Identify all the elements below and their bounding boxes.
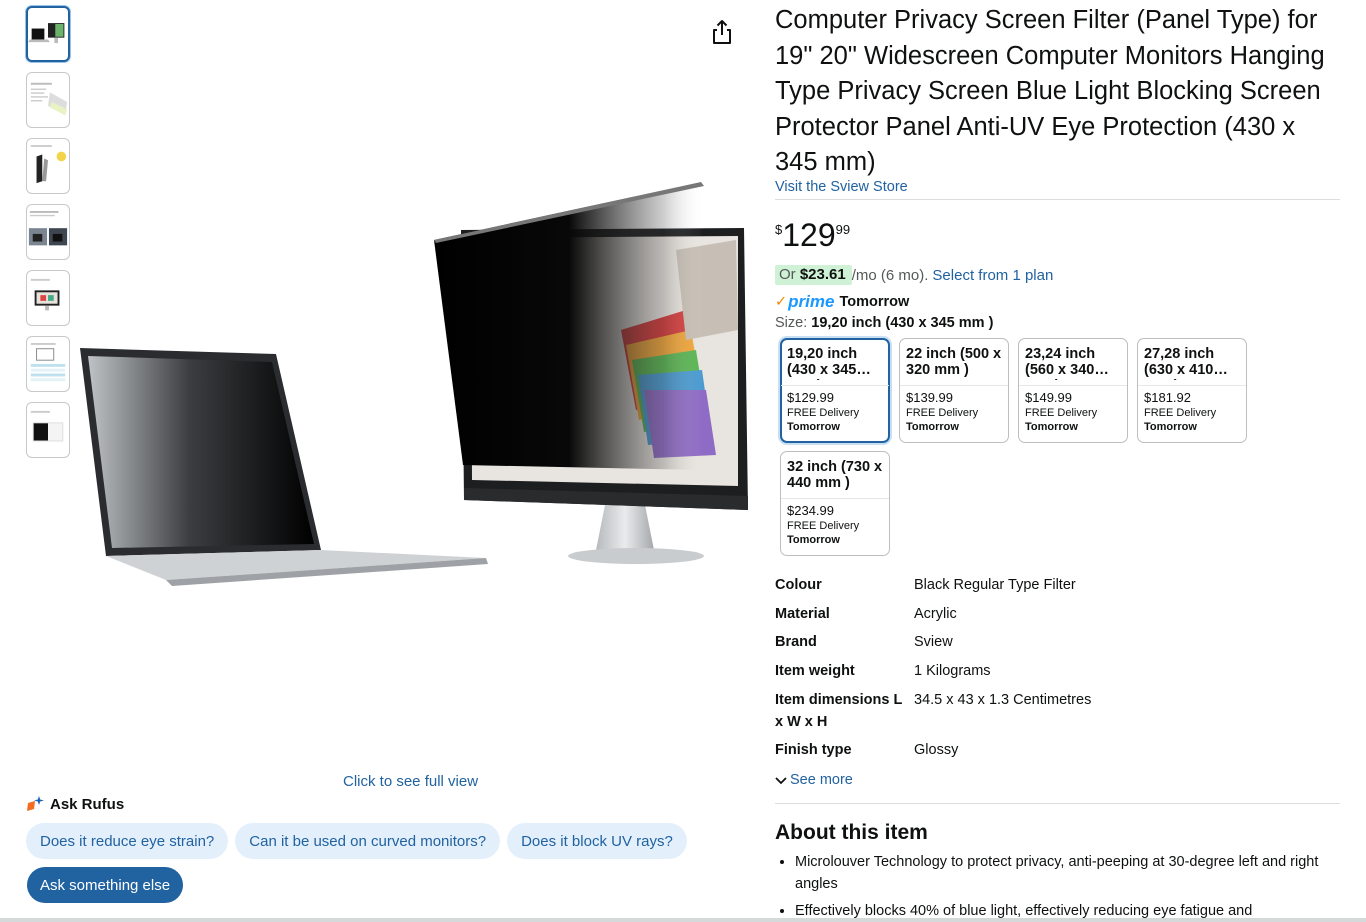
prime-check-icon: ✓ (775, 294, 788, 310)
rufus-suggestion-chip[interactable]: Does it reduce eye strain? (26, 823, 229, 859)
spec-value: Black Regular Type Filter (914, 577, 1076, 593)
spec-value: Glossy (914, 742, 959, 758)
thumbnail-6[interactable] (26, 336, 70, 392)
product-title: Computer Privacy Screen Filter (Panel Ty… (775, 6, 1325, 176)
spec-value: 34.5 x 43 x 1.3 Centimetres (914, 692, 1092, 708)
spec-row: Colour Black Regular Type Filter (775, 574, 1340, 603)
select-plan-link[interactable]: Select from 1 plan (932, 267, 1053, 284)
price-whole: 129 (782, 217, 836, 253)
size-option-when: Tomorrow (906, 421, 959, 433)
size-option-price: $181.92 (1144, 390, 1191, 405)
size-label: Size: 19,20 inch (430 x 345 mm ) (775, 315, 993, 331)
prime-logo: prime (788, 292, 835, 311)
store-link[interactable]: Visit the Sview Store (775, 179, 908, 195)
size-option-price: $139.99 (906, 390, 953, 405)
monthly-term: /mo (6 mo). (851, 266, 929, 284)
size-label-prefix: Size: (775, 315, 812, 331)
monthly-amount: $23.61 (799, 266, 846, 283)
monthly-or: Or (779, 266, 800, 283)
chevron-down-icon (775, 773, 787, 788)
size-option-delivery: FREE Delivery (1025, 407, 1098, 419)
size-option-name: 22 inch (500 x 320 mm ) (906, 346, 1002, 378)
prime-delivery: ✓ prime Tomorrow (775, 292, 909, 312)
thumbnail-7[interactable] (26, 402, 70, 458)
divider (900, 385, 1008, 386)
thumbnail-list (26, 6, 70, 468)
prime-delivery-day: Tomorrow (839, 294, 910, 310)
size-option[interactable]: 22 inch (500 x 320 mm ) $139.99 FREE Del… (899, 338, 1009, 443)
size-option-price: $149.99 (1025, 390, 1072, 405)
spec-row: Material Acrylic (775, 603, 1340, 631)
size-option-name: 23,24 inch (560 x 340 mm ) (1025, 346, 1096, 380)
size-option-name: 27,28 inch (630 x 410 mm ) (1144, 346, 1215, 380)
monthly-highlight: Or $23.61 (775, 265, 852, 285)
spec-row: Finish type Glossy (775, 739, 1340, 767)
spec-key: Item dimensions L x W x H (775, 692, 903, 730)
size-option-delivery: FREE Delivery (1144, 407, 1217, 419)
thumbnail-5[interactable] (26, 270, 70, 326)
rufus-suggestion-chip[interactable]: Can it be used on curved monitors? (235, 823, 501, 859)
divider (1138, 385, 1246, 386)
price-fraction: 99 (835, 222, 851, 237)
rufus-suggestions: Does it reduce eye strain? Can it be use… (26, 823, 687, 859)
thumbnail-2[interactable] (26, 72, 70, 128)
size-option-delivery: FREE Delivery (906, 407, 979, 419)
size-option[interactable]: 23,24 inch (560 x 340 mm ) $149.99 FREE … (1018, 338, 1128, 443)
size-option-price: $234.99 (787, 503, 834, 518)
size-option[interactable]: 32 inch (730 x 440 mm ) $234.99 FREE Del… (780, 451, 890, 556)
divider (781, 498, 889, 499)
size-option-when: Tomorrow (787, 421, 840, 433)
size-option-delivery: FREE Delivery (787, 407, 860, 419)
divider (775, 199, 1340, 200)
spec-value: Sview (914, 634, 953, 650)
spec-key: Colour (775, 577, 822, 593)
thumbnail-3[interactable] (26, 138, 70, 194)
see-more-link[interactable]: See more (775, 772, 853, 788)
about-bullet: Microlouver Technology to protect privac… (795, 851, 1340, 895)
spec-value: 1 Kilograms (914, 663, 991, 679)
spec-key: Brand (775, 634, 817, 650)
bottom-border (0, 918, 1366, 922)
full-view-link[interactable]: Click to see full view (343, 773, 478, 790)
about-heading: About this item (775, 821, 928, 844)
spec-key: Finish type (775, 742, 852, 758)
monthly-payment: Or $23.61 /mo (6 mo). Select from 1 plan (775, 265, 1053, 285)
share-icon[interactable] (708, 18, 736, 46)
divider (781, 385, 889, 386)
spec-key: Item weight (775, 663, 855, 679)
size-option-delivery: FREE Delivery (787, 520, 860, 532)
rufus-sparkle-icon (26, 795, 46, 813)
spec-row: Brand Sview (775, 631, 1340, 660)
thumbnail-1[interactable] (26, 6, 70, 62)
size-option-selected[interactable]: 19,20 inch (430 x 345 mm ) $129.99 FREE … (780, 338, 890, 443)
spec-value: Acrylic (914, 606, 957, 622)
size-selected-value: 19,20 inch (430 x 345 mm ) (811, 315, 994, 331)
spec-row: Item weight 1 Kilograms (775, 660, 1340, 689)
size-option-when: Tomorrow (1025, 421, 1078, 433)
size-option-name: 19,20 inch (430 x 345 mm ) (787, 346, 858, 380)
rufus-title: Ask Rufus (50, 795, 125, 813)
size-option-when: Tomorrow (787, 534, 840, 546)
about-bullets: Microlouver Technology to protect privac… (795, 851, 1340, 922)
price-symbol: $ (775, 222, 783, 237)
price: $ 129 99 (775, 217, 850, 253)
spec-row: Item dimensions L x W x H 34.5 x 43 x 1.… (775, 689, 1340, 739)
divider (775, 803, 1340, 804)
spec-key: Material (775, 606, 830, 622)
size-option-price: $129.99 (787, 390, 834, 405)
see-more-label: See more (790, 772, 853, 788)
ask-something-else-button[interactable]: Ask something else (27, 867, 184, 903)
size-option[interactable]: 27,28 inch (630 x 410 mm ) $181.92 FREE … (1137, 338, 1247, 443)
size-option-name: 32 inch (730 x 440 mm ) (787, 459, 883, 491)
divider (1019, 385, 1127, 386)
size-option-when: Tomorrow (1144, 421, 1197, 433)
rufus-header: Ask Rufus (26, 795, 124, 813)
main-product-image[interactable] (76, 170, 756, 600)
product-specs-table: Colour Black Regular Type Filter Materia… (775, 574, 1340, 767)
thumbnail-4[interactable] (26, 204, 70, 260)
rufus-suggestion-chip[interactable]: Does it block UV rays? (507, 823, 687, 859)
